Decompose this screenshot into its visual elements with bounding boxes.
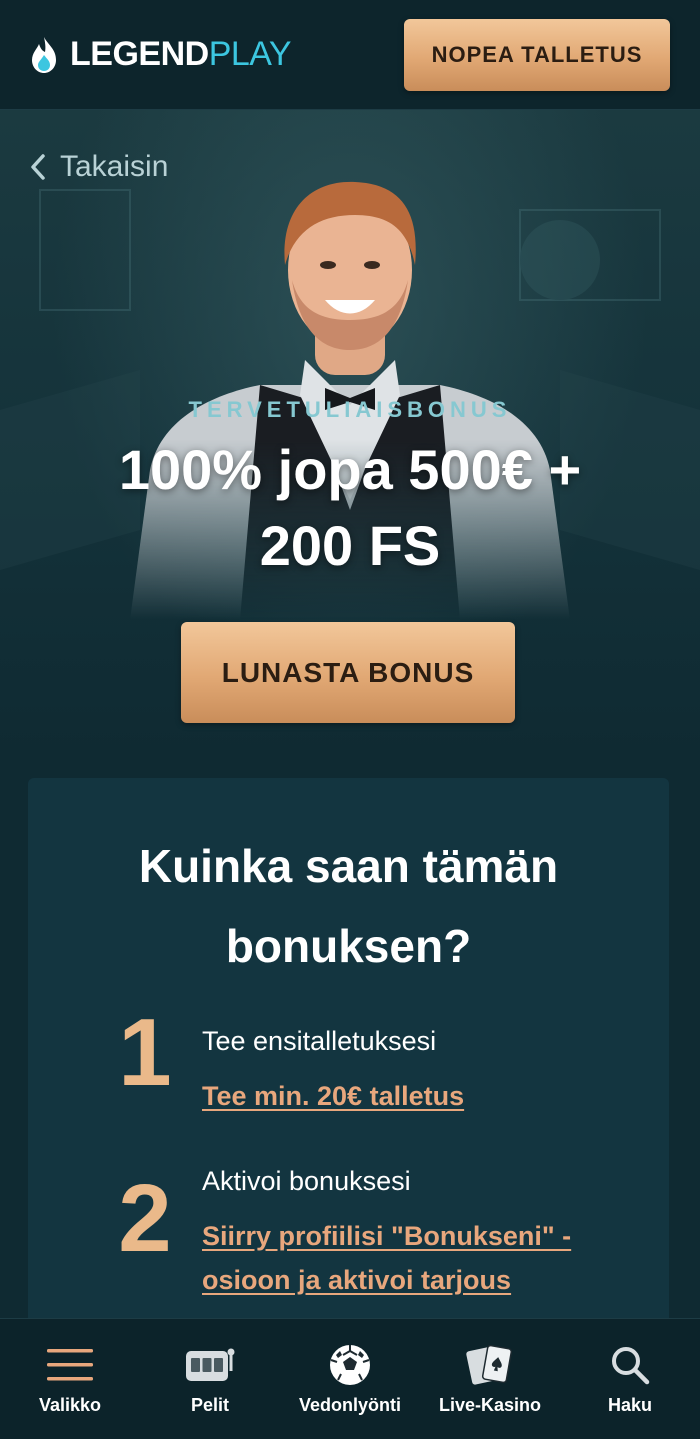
- claim-bonus-button[interactable]: LUNASTA BONUS: [181, 622, 515, 723]
- nav-label: Pelit: [190, 1395, 229, 1415]
- slot-machine-icon: [184, 1343, 236, 1387]
- logo-text-play: PLAY: [208, 35, 292, 73]
- howto-title-line-1: Kuinka saan tämän: [138, 840, 559, 892]
- nav-item-games[interactable]: Pelit: [140, 1343, 280, 1416]
- step-number: 1: [118, 999, 172, 1106]
- logo-text-legend: LEGEND: [70, 35, 209, 73]
- cards-icon: [465, 1343, 515, 1387]
- search-icon: [609, 1343, 651, 1387]
- nav-label: Vedonlyönti: [298, 1395, 401, 1415]
- header: LEGENDPLAY NOPEA TALLETUS: [0, 0, 700, 110]
- hero-title: 100% jopa 500€ + 200 FS: [40, 432, 660, 584]
- nav-item-sports[interactable]: Vedonlyönti: [280, 1343, 420, 1416]
- step-link-line-2: osioon ja aktivoi tarjous: [202, 1265, 512, 1295]
- step-link[interactable]: Tee min. 20€ talletus: [202, 1074, 642, 1118]
- howto-title-line-2: bonuksen?: [225, 920, 472, 972]
- nav-item-live-casino[interactable]: Live-Kasino: [420, 1343, 560, 1416]
- menu-icon: [47, 1343, 93, 1387]
- step-number: 2: [118, 1165, 172, 1272]
- logo[interactable]: LEGENDPLAY: [26, 35, 292, 75]
- soccer-ball-icon: [328, 1343, 372, 1387]
- step-link-line-1: Siirry profiilisi "Bonukseni" -: [202, 1221, 572, 1251]
- howto-title: Kuinka saan tämän bonuksen?: [28, 826, 669, 986]
- hero-title-line-1: 100% jopa 500€ +: [118, 438, 582, 501]
- chevron-left-icon: [31, 154, 45, 180]
- step-title: Aktivoi bonuksesi: [202, 1166, 411, 1196]
- nav-label: Haku: [607, 1395, 652, 1415]
- nav-label: Valikko: [38, 1395, 102, 1415]
- nav-item-menu[interactable]: Valikko: [0, 1343, 140, 1416]
- hero-title-line-2: 200 FS: [259, 514, 441, 577]
- hero-banner: Takaisin TERVETULIAISBONUS 100% jopa 500…: [0, 110, 700, 760]
- nav-label: Live-Kasino: [438, 1395, 542, 1415]
- step-link[interactable]: Siirry profiilisi "Bonukseni" - osioon j…: [202, 1214, 642, 1302]
- quick-deposit-button[interactable]: NOPEA TALLETUS: [404, 18, 670, 91]
- howto-card: Kuinka saan tämän bonuksen? 1 Tee ensita…: [28, 778, 669, 1338]
- nav-item-search[interactable]: Haku: [560, 1343, 700, 1416]
- flame-icon: [32, 36, 56, 73]
- hero-kicker: TERVETULIAISBONUS: [188, 397, 512, 422]
- bottom-nav: Valikko Pelit Vedonlyönti Live-Kasino Ha…: [0, 1318, 700, 1439]
- step-title: Tee ensitalletuksesi: [202, 1026, 437, 1056]
